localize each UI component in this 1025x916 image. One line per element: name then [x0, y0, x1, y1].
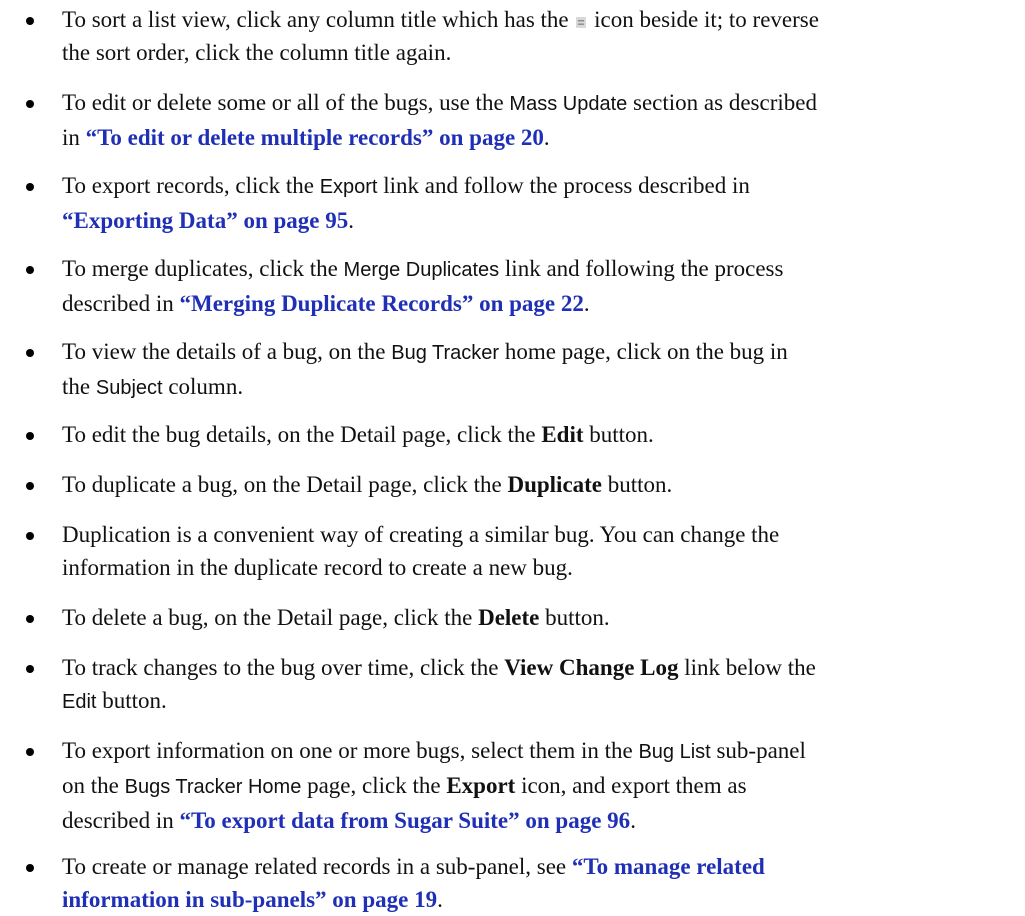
item-text: column.	[168, 374, 244, 399]
document-page: To sort a list view, click any column ti…	[0, 0, 1025, 912]
item-text: To sort a list view, click any column ti…	[62, 7, 569, 32]
item-text: To export information on one or more bug…	[62, 738, 633, 763]
item-text: button.	[545, 605, 610, 630]
button-name: Duplicate	[507, 472, 603, 497]
item-text: To view the details of a bug, on the	[62, 339, 386, 364]
item-text: .	[583, 291, 590, 316]
bullet-icon	[26, 17, 34, 25]
item-text: To merge duplicates, click the	[62, 256, 338, 281]
item-text: on the	[62, 773, 119, 798]
item-text: section as described	[633, 90, 817, 115]
cross-reference-link[interactable]: information in sub-panels” on page 19	[62, 887, 437, 912]
bullet-icon	[26, 183, 34, 191]
bullet-icon	[26, 482, 34, 490]
item-text: button.	[607, 472, 673, 497]
ui-term: Mass Update	[509, 93, 628, 115]
link-name: View Change Log	[504, 655, 679, 680]
cross-reference-link[interactable]: “Exporting Data” on page 95	[62, 208, 348, 233]
item-text: icon, and export them as	[521, 773, 747, 798]
button-name: Delete	[478, 605, 540, 630]
item-text: To export records, click the	[62, 173, 314, 198]
item-text: .	[630, 808, 636, 833]
item-text: button.	[102, 688, 167, 713]
item-text: To edit or delete some or all of the bug…	[62, 90, 504, 115]
item-text: icon beside it; to reverse	[594, 7, 819, 32]
item-text: To delete a bug, on the Detail page, cli…	[62, 605, 473, 630]
item-text: .	[348, 208, 354, 233]
item-text: To track changes to the bug over time, c…	[62, 655, 499, 680]
item-text: To create or manage related records in a…	[62, 854, 567, 879]
item-text: .	[543, 125, 550, 150]
bullet-icon	[26, 100, 34, 108]
bullet-icon	[26, 864, 34, 872]
item-text: To duplicate a bug, on the Detail page, …	[62, 472, 502, 497]
cross-reference-link[interactable]: “Merging Duplicate Records” on page 22	[180, 291, 584, 316]
item-text: .	[437, 887, 443, 912]
bullet-icon	[26, 748, 34, 756]
bullet-icon	[26, 432, 34, 440]
cross-reference-link[interactable]: “To manage related	[572, 854, 765, 879]
ui-term: Subject	[95, 377, 163, 399]
item-text: the	[62, 374, 91, 399]
ui-term: Bugs Tracker Home	[124, 776, 302, 798]
ui-term: Export	[319, 176, 378, 198]
bullet-icon	[26, 665, 34, 673]
cross-reference-link[interactable]: “To export data from Sugar Suite” on pag…	[180, 808, 631, 833]
ui-term: Bug List	[638, 741, 711, 763]
item-text: sub-panel	[716, 738, 806, 763]
item-text: information in the duplicate record to c…	[62, 555, 573, 580]
item-text: in	[62, 125, 80, 150]
item-text: described in	[62, 291, 174, 316]
button-name: Edit	[541, 422, 584, 447]
item-text: button.	[589, 422, 654, 447]
item-text: link and following the process	[504, 256, 784, 281]
item-text: the sort order, click the column title a…	[62, 40, 452, 65]
ui-term: Merge Duplicates	[343, 259, 500, 281]
sort-icon	[576, 17, 587, 28]
item-text: link and follow the process described in	[383, 173, 750, 198]
bullet-icon	[26, 615, 34, 623]
item-text: page, click the	[307, 773, 441, 798]
bullet-icon	[26, 349, 34, 357]
bullet-icon	[26, 532, 34, 540]
ui-term: Bug Tracker	[391, 342, 500, 364]
item-text: home page, click on the bug in	[504, 339, 788, 364]
cross-reference-link[interactable]: “To edit or delete multiple records” on …	[86, 125, 544, 150]
icon-name: Export	[446, 773, 516, 798]
item-text: link below the	[684, 655, 816, 680]
item-text: To edit the bug details, on the Detail p…	[62, 422, 536, 447]
ui-term: Edit	[62, 691, 97, 713]
item-text: Duplication is a convenient way of creat…	[62, 522, 780, 547]
bullet-icon	[26, 266, 34, 274]
item-text: described in	[62, 808, 174, 833]
